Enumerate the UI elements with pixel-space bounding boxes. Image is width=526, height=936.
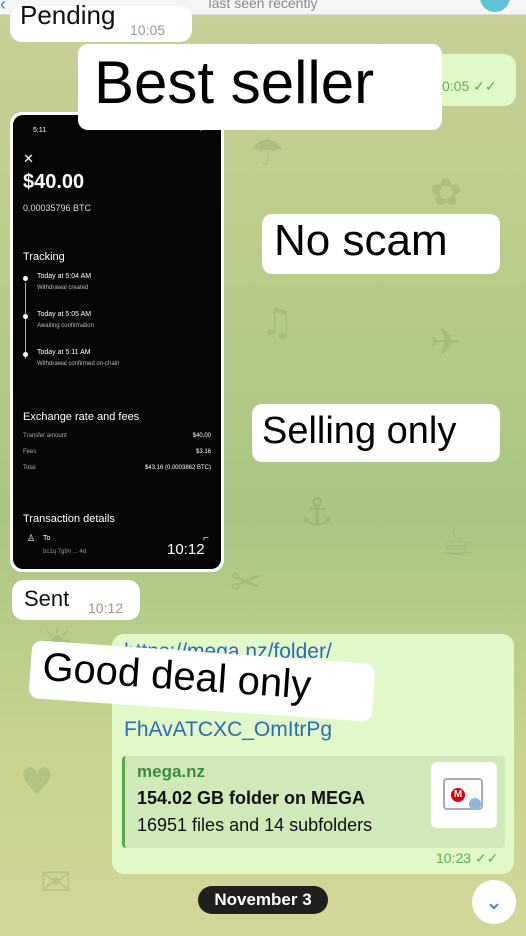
message-text: Sent <box>24 586 70 611</box>
chevron-down-icon: ⌄ <box>484 889 504 914</box>
link-url[interactable]: FhAvATCXC_OmItrPg <box>124 718 332 742</box>
phone-corner-icon: ⌐ <box>203 533 209 544</box>
message-sent[interactable]: Sent 10:12 <box>12 580 140 620</box>
to-address: bc1q 7g9n ... 4d <box>43 549 87 555</box>
person-icon: ♙ <box>27 533 36 543</box>
preview-site: mega.nz <box>137 762 206 781</box>
message-time: 10:05 <box>130 22 166 38</box>
date-separator: November 3 <box>198 886 328 914</box>
sticker-no-scam: No scam <box>262 214 500 274</box>
phone-status-time: 5:11 <box>33 127 47 134</box>
sticker-best-seller: Best seller <box>78 44 442 130</box>
to-label: To <box>43 535 51 542</box>
fee-row: Transfer amount $40.00 <box>23 433 211 439</box>
message-time: 0:05 ✓✓ <box>442 78 497 94</box>
double-check-icon: ✓✓ <box>474 850 499 866</box>
check-badge-icon <box>469 798 481 810</box>
withdraw-amount: $40.00 <box>23 171 85 193</box>
message-screenshot[interactable]: 5:11 ▪▪ ◒ ✕ $40.00 0.00035796 BTC Tracki… <box>10 112 224 572</box>
close-icon: ✕ <box>23 151 34 166</box>
scroll-down-button[interactable]: ⌄ <box>472 880 516 924</box>
mega-logo-icon: M <box>451 788 465 802</box>
fees-title: Exchange rate and fees <box>23 411 140 423</box>
message-time: 10:12 <box>88 600 124 616</box>
preview-subtitle: 16951 files and 14 subfolders <box>137 815 373 835</box>
message-time: 10:12 <box>167 541 205 558</box>
fee-row: Total $43.16 (0.0003862 BTC) <box>23 465 211 471</box>
fee-row: Fees $3.16 <box>23 449 211 455</box>
double-check-icon: ✓✓ <box>473 78 497 94</box>
message-pending[interactable]: Pending 10:05 <box>10 0 192 42</box>
message-text: Pending <box>20 0 116 30</box>
preview-title: 154.02 GB folder on MEGA <box>137 788 366 808</box>
btc-amount: 0.00035796 BTC <box>23 203 92 213</box>
link-preview[interactable]: mega.nz 154.02 GB folder on MEGA 16951 f… <box>122 756 505 848</box>
details-title: Transaction details <box>23 513 115 525</box>
tracking-title: Tracking <box>23 251 65 263</box>
message-time: 10:23 ✓✓ <box>436 850 499 866</box>
sticker-selling-only: Selling only <box>252 404 500 462</box>
preview-thumbnail: M <box>431 762 497 828</box>
screenshot-image: 5:11 ▪▪ ◒ ✕ $40.00 0.00035796 BTC Tracki… <box>13 115 221 569</box>
